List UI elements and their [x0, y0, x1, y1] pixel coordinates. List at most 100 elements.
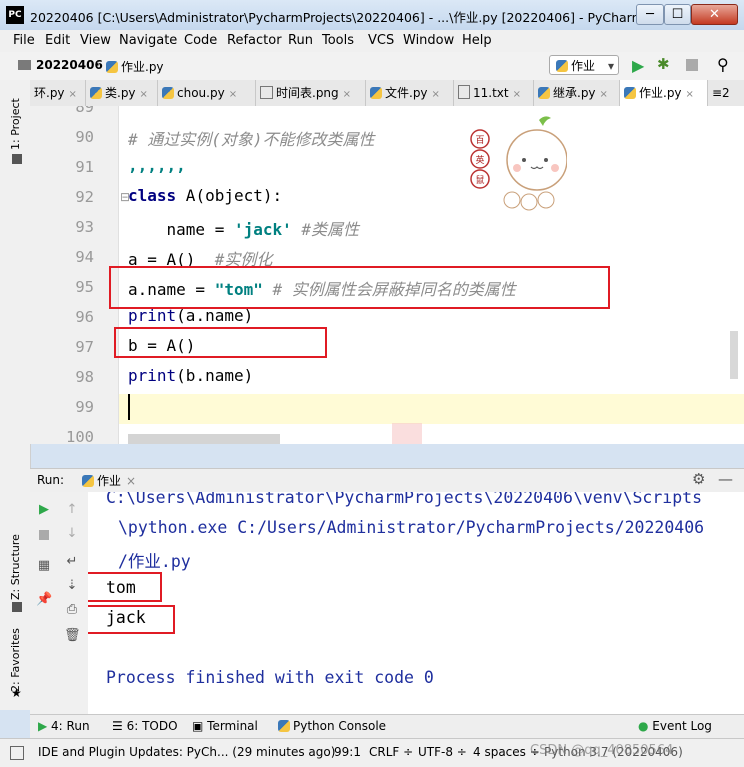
- code-token: (b.name): [176, 366, 254, 385]
- breadcrumb-file[interactable]: 作业.py: [106, 58, 164, 75]
- code-line-91: ,,,,,,: [128, 156, 186, 175]
- close-icon[interactable]: ×: [686, 89, 694, 100]
- stop-icon[interactable]: [686, 59, 698, 71]
- console-line: \python.exe C:/Users/Administrator/Pycha…: [118, 518, 705, 537]
- breadcrumb-project[interactable]: 20220406: [36, 58, 103, 72]
- python-file-icon: [538, 87, 550, 99]
- tab-label: 继承.py: [553, 86, 596, 100]
- close-icon[interactable]: ×: [513, 89, 521, 100]
- arrow-down-icon[interactable]: ↓: [64, 526, 80, 542]
- hide-panel-icon[interactable]: —: [718, 470, 733, 488]
- print-icon[interactable]: ⎙: [64, 602, 80, 618]
- menu-edit[interactable]: Edit: [45, 33, 70, 48]
- code-token: name =: [128, 220, 234, 239]
- menu-view[interactable]: View: [80, 33, 111, 48]
- sticker-badge-text: 百: [475, 135, 484, 146]
- tabs-overflow-button[interactable]: ≡2: [708, 80, 744, 106]
- trash-icon[interactable]: 🗑: [64, 628, 81, 644]
- cartoon-face: [506, 129, 567, 191]
- close-icon[interactable]: ×: [432, 89, 440, 100]
- menu-run[interactable]: Run: [288, 33, 313, 48]
- project-tool-button[interactable]: 1: Project: [9, 98, 22, 150]
- menu-file[interactable]: File: [13, 33, 35, 48]
- menu-window[interactable]: Window: [403, 33, 454, 48]
- tab-homework[interactable]: 作业.py ×: [620, 80, 708, 106]
- close-icon[interactable]: ×: [229, 89, 237, 100]
- tab-11-txt[interactable]: 11.txt ×: [454, 80, 534, 106]
- tab-timetable[interactable]: 时间表.png ×: [256, 80, 366, 106]
- tab-python-console[interactable]: Python Console: [278, 719, 386, 733]
- run-icon[interactable]: ▶: [632, 56, 644, 75]
- navigation-bar: 20220406 › 作业.py 作业 ▾ ▶ ✱ ⚲: [0, 52, 744, 81]
- run-console[interactable]: C:\Users\Administrator\PycharmProjects\2…: [88, 492, 744, 714]
- tab-label: 文件.py: [385, 86, 428, 100]
- run-config-select[interactable]: 作业 ▾: [549, 55, 619, 75]
- tab-run[interactable]: ▶ 4: Run: [38, 719, 90, 733]
- file-encoding[interactable]: UTF-8 ÷: [418, 745, 467, 759]
- tab-loop[interactable]: 环.py ×: [30, 80, 86, 106]
- small-bun: [503, 191, 521, 209]
- minimize-button[interactable]: ─: [636, 4, 664, 25]
- caret-position[interactable]: 99:1: [334, 745, 361, 759]
- tab-label: 类.py: [105, 86, 136, 100]
- favorites-tool-button[interactable]: 2: Favorites: [9, 628, 22, 692]
- search-icon[interactable]: ⚲: [717, 55, 729, 74]
- line-separator[interactable]: CRLF ÷: [369, 745, 413, 759]
- event-log-icon: ●: [638, 719, 653, 733]
- left-tool-strip: 1: Project Z: Structure 2: Favorites ★: [0, 80, 31, 710]
- structure-tool-button[interactable]: Z: Structure: [9, 534, 22, 600]
- menu-code[interactable]: Code: [184, 33, 217, 48]
- tab-label: 时间表.png: [276, 86, 339, 100]
- menu-refactor[interactable]: Refactor: [227, 33, 282, 48]
- arrow-up-icon[interactable]: ↑: [64, 502, 80, 518]
- close-icon[interactable]: ×: [69, 89, 77, 100]
- tab-todo[interactable]: ☰ 6: TODO: [112, 719, 178, 733]
- vertical-scrollbar[interactable]: [730, 331, 738, 379]
- python-file-icon: [106, 61, 118, 73]
- python-file-icon: [556, 60, 568, 72]
- python-file-icon: [624, 87, 636, 99]
- close-icon[interactable]: ×: [140, 89, 148, 100]
- close-icon[interactable]: ×: [343, 89, 351, 100]
- run-tab[interactable]: 作业 ×: [82, 472, 136, 489]
- menu-vcs[interactable]: VCS: [368, 33, 394, 48]
- console-exit-message: Process finished with exit code 0: [106, 668, 434, 687]
- python-file-icon: [90, 87, 102, 99]
- code-editor[interactable]: 89 90 91 92 93 94 95 96 97 98 99 100 ⊟ '…: [30, 106, 744, 444]
- layout-icon[interactable]: ▦: [36, 558, 52, 574]
- cartoon-blush: [513, 164, 521, 172]
- cartoon-sticker: 百 英 鼠: [470, 116, 567, 211]
- rerun-icon[interactable]: ▶: [36, 502, 52, 518]
- tab-terminal[interactable]: ▣ Terminal: [192, 719, 258, 733]
- tab-file[interactable]: 文件.py ×: [366, 80, 454, 106]
- menu-navigate[interactable]: Navigate: [119, 33, 177, 48]
- watermark-search-icon: [392, 423, 422, 444]
- tab-label: Event Log: [652, 719, 712, 733]
- tab-chou[interactable]: chou.py ×: [158, 80, 256, 106]
- close-icon[interactable]: ×: [600, 89, 608, 100]
- soft-wrap-icon[interactable]: ↵: [64, 554, 80, 570]
- debug-icon[interactable]: ✱: [657, 55, 670, 73]
- code-line-93: name = 'jack' #类属性: [128, 216, 360, 240]
- tab-inheritance[interactable]: 继承.py ×: [534, 80, 620, 106]
- image-file-icon: [260, 86, 273, 99]
- maximize-button[interactable]: ☐: [664, 4, 691, 25]
- line-number-gutter: [30, 106, 119, 444]
- tab-event-log[interactable]: ● Event Log: [638, 719, 712, 733]
- comment-token: #类属性: [291, 220, 360, 239]
- tab-class[interactable]: 类.py ×: [86, 80, 158, 106]
- stop-icon[interactable]: [39, 530, 49, 540]
- close-icon[interactable]: ×: [126, 474, 136, 488]
- toggle-tool-windows-icon[interactable]: [10, 746, 24, 760]
- bottom-tool-tabs: ▶ 4: Run ☰ 6: TODO ▣ Terminal Python Con…: [30, 714, 744, 739]
- gear-icon[interactable]: ⚙: [692, 470, 705, 488]
- menu-help[interactable]: Help: [462, 33, 492, 48]
- status-message[interactable]: IDE and Plugin Updates: PyCh... (29 minu…: [38, 745, 335, 759]
- sprout-leaf: [539, 116, 551, 126]
- menu-tools[interactable]: Tools: [322, 33, 354, 48]
- scroll-to-end-icon[interactable]: ⇣: [64, 578, 80, 594]
- line-number: 90: [75, 128, 94, 146]
- pin-icon[interactable]: 📌: [36, 592, 52, 608]
- close-button[interactable]: ✕: [691, 4, 738, 25]
- horizontal-scrollbar[interactable]: [128, 434, 280, 444]
